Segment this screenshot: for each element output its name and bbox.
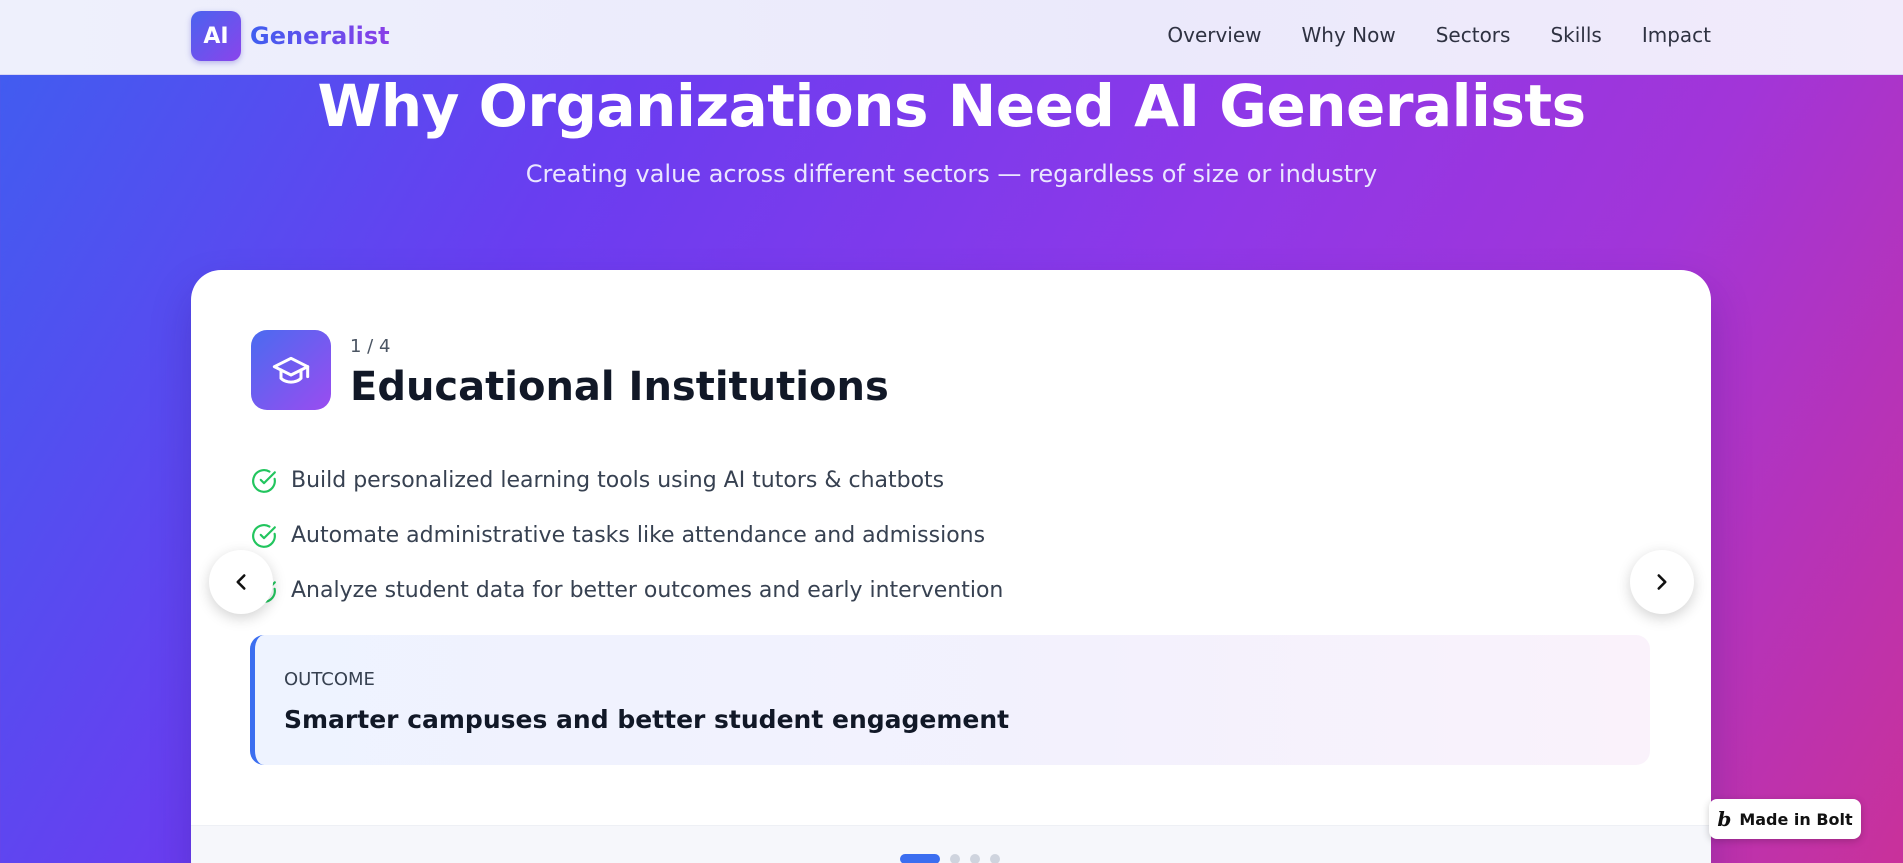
next-slide-button[interactable]: [1630, 550, 1694, 614]
nav-link-why-now[interactable]: Why Now: [1302, 23, 1396, 47]
chevron-left-icon: [236, 574, 246, 590]
sector-benefits-list: Build personalized learning tools using …: [251, 453, 1003, 618]
prev-slide-button[interactable]: [209, 550, 273, 614]
sector-card: 1 / 4 Educational Institutions Build per…: [191, 270, 1711, 863]
outcome-box: OUTCOME Smarter campuses and better stud…: [250, 635, 1650, 765]
made-in-bolt-badge[interactable]: b Made in Bolt: [1709, 799, 1861, 839]
nav-link-impact[interactable]: Impact: [1642, 23, 1711, 47]
check-circle-icon: [252, 523, 276, 548]
hero-title: Why Organizations Need AI Generalists: [317, 72, 1586, 140]
nav-link-skills[interactable]: Skills: [1550, 23, 1601, 47]
list-item-text: Analyze student data for better outcomes…: [291, 578, 1004, 603]
list-item: Automate administrative tasks like atten…: [251, 508, 1003, 563]
nav-link-overview[interactable]: Overview: [1167, 23, 1261, 47]
carousel-dot-1[interactable]: [900, 854, 940, 863]
carousel-dot-3[interactable]: [970, 854, 980, 863]
nav-link-sectors[interactable]: Sectors: [1436, 23, 1511, 47]
logo-text[interactable]: Generalist: [250, 22, 390, 50]
list-item-text: Automate administrative tasks like atten…: [291, 523, 986, 548]
graduation-cap-icon: [251, 330, 331, 410]
check-circle-icon: [252, 468, 276, 493]
list-item: Build personalized learning tools using …: [251, 453, 1003, 508]
nav-links: Overview Why Now Sectors Skills Impact: [1167, 23, 1711, 47]
outcome-label: OUTCOME: [284, 669, 375, 690]
chevron-right-icon: [1657, 574, 1667, 590]
top-nav: AI Generalist Overview Why Now Sectors S…: [0, 0, 1903, 75]
hero-subtitle: Creating value across different sectors …: [525, 160, 1378, 188]
list-item-text: Build personalized learning tools using …: [291, 468, 945, 493]
sector-title: Educational Institutions: [350, 364, 889, 410]
carousel-dots: [900, 854, 1000, 863]
logo-mark[interactable]: AI: [191, 11, 241, 61]
made-in-bolt-label: Made in Bolt: [1739, 809, 1853, 829]
carousel-dot-2[interactable]: [950, 854, 960, 863]
carousel-dot-4[interactable]: [990, 854, 1000, 863]
bolt-logo-icon: b: [1717, 807, 1732, 831]
outcome-text: Smarter campuses and better student enga…: [284, 705, 1010, 734]
slide-counter: 1 / 4: [350, 336, 391, 357]
list-item: Analyze student data for better outcomes…: [251, 563, 1003, 618]
